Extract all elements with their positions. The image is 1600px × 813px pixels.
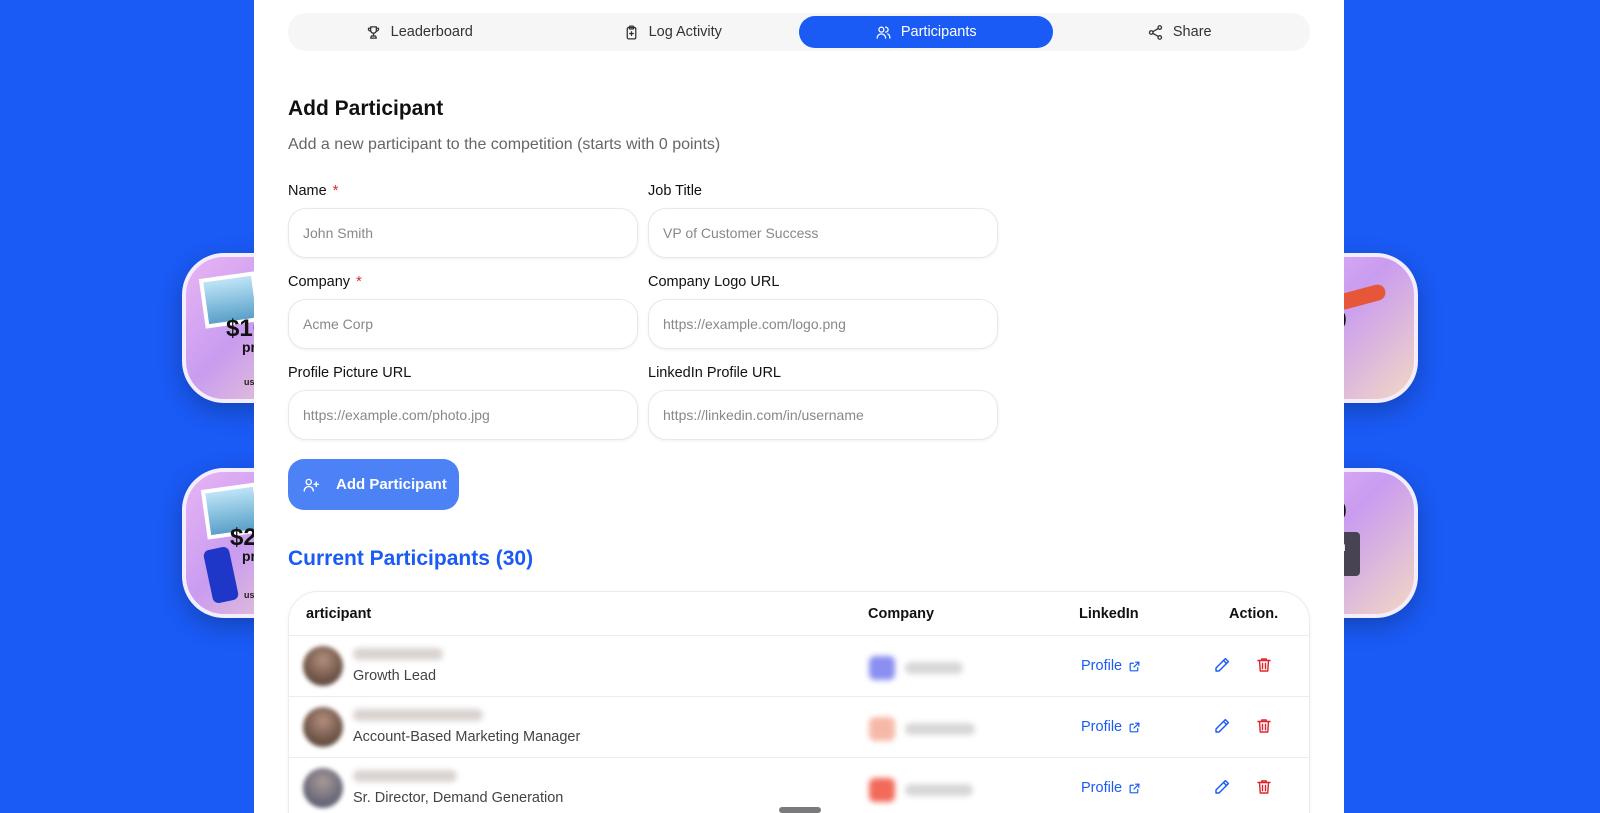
company-logo-url-field[interactable]: [648, 299, 998, 349]
trash-icon[interactable]: [1255, 717, 1273, 735]
linkedin-profile-link[interactable]: Profile: [1081, 658, 1141, 674]
add-participant-subtitle: Add a new participant to the competition…: [288, 136, 721, 153]
name-label: Name *: [288, 183, 339, 199]
trophy-icon: [367, 25, 379, 39]
scroll-handle[interactable]: [779, 807, 821, 813]
participant-name-redacted: [353, 709, 483, 721]
external-link-icon: [1129, 661, 1140, 671]
company-name-redacted: [905, 784, 973, 796]
participant-name-redacted: [353, 648, 443, 660]
external-link-icon: [1129, 722, 1140, 732]
main-panel: Leaderboard Log Activity Participants Sh…: [254, 0, 1344, 813]
linkedin-label: LinkedIn Profile URL: [648, 365, 781, 381]
tab-participants[interactable]: Participants: [799, 16, 1053, 48]
company-name-redacted: [905, 662, 963, 674]
tab-label: Share: [1172, 24, 1212, 40]
tab-bar: Leaderboard Log Activity Participants Sh…: [288, 13, 1310, 51]
external-link-icon: [1129, 783, 1140, 793]
trash-icon[interactable]: [1255, 656, 1273, 674]
column-actions[interactable]: Action.: [1229, 606, 1278, 622]
company-logo-label: Company Logo URL: [648, 274, 780, 290]
participant-job: Sr. Director, Demand Generation: [353, 790, 564, 806]
avatar: [303, 768, 343, 808]
company-field[interactable]: [288, 299, 638, 349]
company-field-group: Company *: [288, 274, 638, 349]
prize-note: us: [244, 377, 255, 387]
pencil-icon[interactable]: [1213, 656, 1231, 674]
users-icon: [876, 26, 891, 39]
current-participants-title: Current Participants (30): [288, 547, 534, 570]
tab-share[interactable]: Share: [1053, 16, 1307, 48]
participant-job: Growth Lead: [353, 668, 437, 684]
profile-picture-field-group: Profile Picture URL: [288, 365, 638, 440]
company-name-redacted: [905, 723, 975, 735]
trash-icon[interactable]: [1255, 778, 1273, 796]
share-icon: [1148, 24, 1163, 40]
table-row: Account-Based Marketing Manager Profile: [289, 697, 1309, 758]
name-field[interactable]: [288, 208, 638, 258]
avatar: [303, 707, 343, 747]
table-row: Sr. Director, Demand Generation Profile: [289, 758, 1309, 813]
tab-leaderboard[interactable]: Leaderboard: [292, 16, 546, 48]
add-participant-title: Add Participant: [288, 97, 444, 120]
required-mark: *: [356, 274, 362, 290]
column-participant[interactable]: articipant: [306, 606, 371, 622]
column-linkedin[interactable]: LinkedIn: [1079, 606, 1139, 622]
column-company[interactable]: Company: [868, 606, 934, 622]
participant-job: Account-Based Marketing Manager: [353, 729, 581, 745]
tab-log-activity[interactable]: Log Activity: [546, 16, 800, 48]
linkedin-profile-link[interactable]: Profile: [1081, 719, 1141, 735]
required-mark: *: [332, 183, 339, 199]
company-logo: [869, 717, 895, 741]
prize-note: us: [244, 590, 255, 600]
add-participant-button[interactable]: Add Participant: [288, 459, 459, 510]
add-participant-button-label: Add Participant: [336, 476, 447, 493]
company-label: Company *: [288, 274, 362, 290]
user-plus-icon: [303, 478, 320, 492]
company-logo: [869, 656, 895, 680]
participant-name-redacted: [353, 770, 457, 782]
tab-label: Log Activity: [648, 24, 722, 40]
avatar: [303, 646, 343, 686]
table-header: articipant Company LinkedIn Action.: [289, 592, 1309, 636]
job-title-label: Job Title: [648, 183, 702, 199]
tab-label: Leaderboard: [390, 24, 473, 40]
name-field-group: Name *: [288, 183, 638, 258]
pencil-icon[interactable]: [1213, 717, 1231, 735]
linkedin-profile-link[interactable]: Profile: [1081, 780, 1141, 796]
linkedin-url-field[interactable]: [648, 390, 998, 440]
profile-picture-url-field[interactable]: [288, 390, 638, 440]
profile-picture-label: Profile Picture URL: [288, 365, 412, 381]
table-row: Growth Lead Profile: [289, 636, 1309, 697]
pencil-icon[interactable]: [1213, 778, 1231, 796]
tab-label: Participants: [900, 24, 977, 40]
company-logo: [869, 778, 895, 802]
job-title-field-group: Job Title: [648, 183, 998, 258]
device-image: [202, 545, 240, 605]
linkedin-field-group: LinkedIn Profile URL: [648, 365, 998, 440]
clipboard-icon: [626, 24, 636, 40]
job-title-field[interactable]: [648, 208, 998, 258]
company-logo-field-group: Company Logo URL: [648, 274, 998, 349]
participants-table: articipant Company LinkedIn Action. Grow…: [288, 591, 1310, 813]
